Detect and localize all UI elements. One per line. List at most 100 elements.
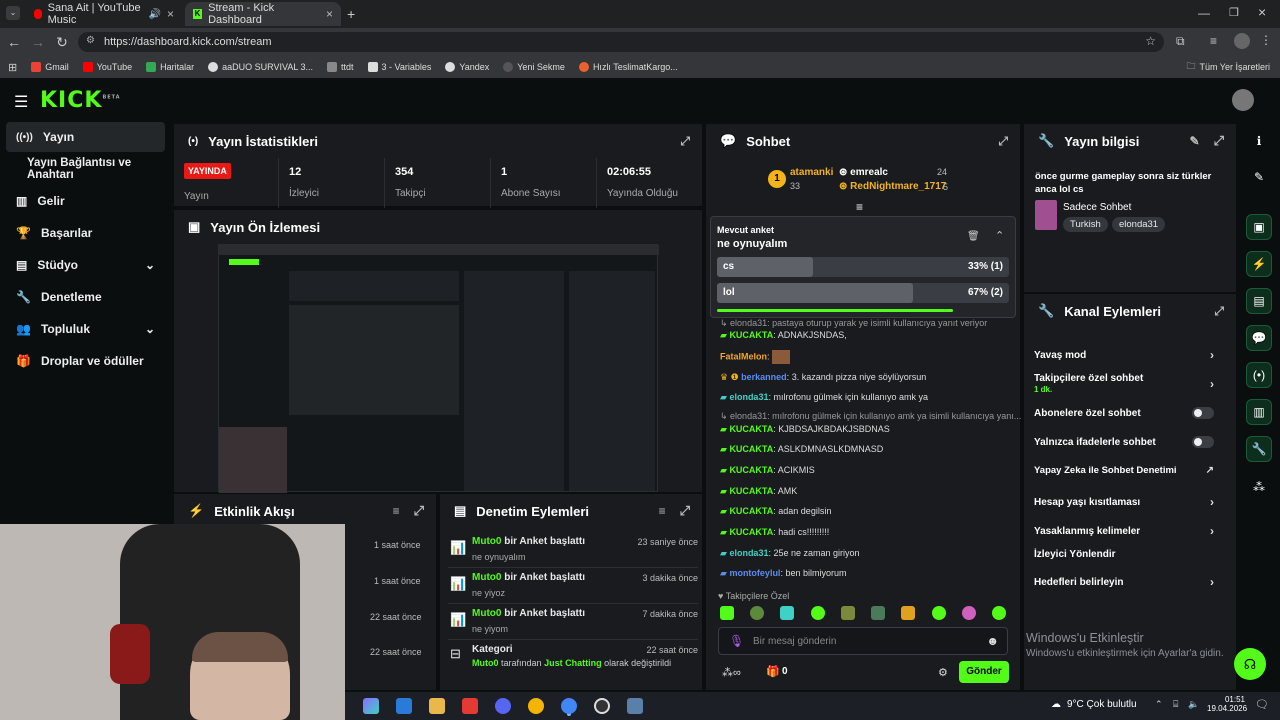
chat-message[interactable]: ▰ KUCAKTA: AMK [720, 486, 797, 497]
obs-icon[interactable] [594, 698, 610, 714]
discord-icon[interactable] [495, 698, 511, 714]
volume-icon[interactable]: 🔈 [1188, 699, 1199, 710]
tag-chip[interactable]: elonda31 [1112, 217, 1166, 232]
reload-icon[interactable]: ↻ [50, 34, 74, 51]
weather-widget[interactable]: ☁ 9°C Çok bulutlu [1051, 699, 1137, 710]
sidebar-item-stream-key[interactable]: Yayın Bağlantısı ve Anahtarı [6, 154, 170, 184]
filter-icon[interactable]: ≡ [393, 504, 400, 518]
rail-preview-icon[interactable]: ▣ [1246, 214, 1272, 240]
chat-message[interactable]: ♛ ❶ berkanned: 3. kazandı pizza niye söy… [720, 372, 926, 383]
trash-icon[interactable]: 🗑 [967, 231, 980, 242]
toggle-switch[interactable] [1192, 407, 1214, 419]
close-icon[interactable]: × [167, 7, 174, 21]
emote-icon[interactable] [961, 606, 976, 620]
bookmark-item[interactable]: Gmail [31, 62, 69, 72]
taskbar-app-icon[interactable] [462, 698, 478, 714]
speaker-icon[interactable]: 🔊 [149, 9, 161, 20]
settings-gear-icon[interactable]: ⚙ [938, 666, 948, 679]
expand-icon[interactable]: ⤢ [680, 503, 690, 519]
raid-row[interactable]: İzleyici Yönlendir [1034, 549, 1214, 560]
expand-icon[interactable]: ⤢ [680, 134, 690, 149]
edit-pencil-icon[interactable]: ✎ [1246, 164, 1272, 190]
sidebar-item-drops[interactable]: 🎁 Droplar ve ödüller [6, 346, 165, 376]
chrome-icon[interactable] [528, 698, 544, 714]
goals-row[interactable]: Hedefleri belirleyin › [1034, 575, 1214, 589]
leaderboard-name[interactable]: atamanki [790, 167, 833, 178]
banned-words-row[interactable]: Yasaklanmış kelimeler › [1034, 524, 1214, 538]
emote-icon[interactable] [840, 606, 855, 620]
emote-icon[interactable] [871, 606, 886, 620]
copilot-icon[interactable] [363, 698, 379, 714]
chat-message[interactable]: ▰ KUCAKTA: ADNAKJSNDAS, [720, 330, 847, 341]
tray-chevron-icon[interactable]: ⌃ [1155, 699, 1163, 710]
microphone-icon[interactable]: 🎙 [729, 634, 744, 648]
edit-pencil-icon[interactable]: ✎ [1190, 134, 1200, 148]
chat-message[interactable]: ▰ KUCAKTA: ACIKMIS [720, 465, 815, 476]
clock[interactable]: 01:51 19.04.2026 [1207, 695, 1247, 713]
profile-avatar[interactable] [1234, 33, 1250, 49]
tab-search-icon[interactable]: ⌄ [6, 6, 20, 20]
bookmark-star-icon[interactable]: ☆ [1145, 34, 1156, 48]
rail-chat-icon[interactable]: 💬 [1246, 325, 1272, 351]
points-icon[interactable]: ⁂∞ [722, 666, 741, 679]
emote-icon[interactable] [750, 606, 765, 620]
sidebar-item-studio[interactable]: ▤ Stüdyo ⌄ [6, 250, 165, 280]
chat-input[interactable]: 🎙 Bir mesaj gönderin ☻ [718, 627, 1008, 655]
kick-logo[interactable]: KICKBETA [40, 88, 121, 113]
expand-icon[interactable]: ⤢ [1214, 133, 1224, 149]
chevron-up-icon[interactable]: ⌃ [995, 229, 1004, 242]
tab-kick-dashboard[interactable]: K Stream - Kick Dashboard × [185, 2, 341, 26]
close-icon[interactable]: × [326, 7, 333, 21]
back-icon[interactable]: ← [2, 34, 26, 50]
bookmark-item[interactable]: ttdt [327, 62, 354, 72]
new-tab-icon[interactable]: + [347, 6, 355, 22]
tab-youtube-music[interactable]: Sana Ait | YouTube Music 🔊 × [26, 2, 182, 26]
rail-stats-icon[interactable]: ▥ [1246, 399, 1272, 425]
chat-message[interactable]: ▰ KUCAKTA: adan degilsin [720, 506, 831, 517]
chrome-active-icon[interactable] [561, 698, 577, 714]
chat-message[interactable]: ▰ KUCAKTA: KJBDSAJKBDAKJSBDNAS [720, 424, 890, 435]
taskbar-app-icon[interactable] [396, 698, 412, 714]
emotes-only-row[interactable]: Yalnızca ifadelerle sohbet [1034, 436, 1214, 448]
menu-kebab-icon[interactable]: ⋮ [1260, 33, 1272, 47]
expand-icon[interactable]: ⤢ [414, 503, 424, 519]
followers-only-row[interactable]: Takipçilere özel sohbet 1 dk. › [1034, 373, 1214, 394]
user-avatar[interactable] [1232, 89, 1254, 111]
all-bookmarks[interactable]: 🗀 Tüm Yer İşaretleri [1186, 59, 1270, 75]
mod-action-row[interactable]: 📊 Muto0 bir Anket başlattı ne yiyom 7 da… [448, 604, 698, 640]
site-info-icon[interactable]: ⚙ [86, 35, 95, 46]
sidebar-item-moderation[interactable]: 🔧 Denetleme [6, 282, 165, 312]
emoji-icon[interactable]: ☻ [986, 634, 999, 648]
media-icon[interactable]: ≡ [1210, 34, 1217, 48]
emote-icon[interactable] [780, 606, 795, 620]
close-window-icon[interactable]: × [1258, 4, 1266, 20]
expand-icon[interactable]: ⤢ [998, 134, 1008, 149]
leaderboard-name[interactable]: ⊛ emrealc [839, 167, 888, 178]
hamburger-menu-icon[interactable]: ☰ [14, 92, 28, 112]
chat-message[interactable]: ▰ KUCAKTA: hadi cs!!!!!!!!! [720, 527, 829, 538]
ai-moderation-row[interactable]: Yapay Zeka ile Sohbet Denetimi ↗ [1034, 465, 1214, 476]
emote-icon[interactable] [991, 606, 1006, 620]
chat-message[interactable]: ▰ KUCAKTA: ASLKDMNASLKDMNASD [720, 444, 883, 455]
slow-mode-row[interactable]: Yavaş mod › [1034, 348, 1214, 362]
emote-icon[interactable] [901, 606, 916, 620]
send-button[interactable]: Gönder [959, 661, 1009, 683]
expand-icon[interactable]: ⤢ [1214, 304, 1224, 319]
minimize-icon[interactable]: — [1198, 6, 1210, 20]
bookmark-item[interactable]: YouTube [82, 62, 132, 72]
sidebar-item-achievements[interactable]: 🏆 Başarılar [6, 218, 165, 248]
gift-icon[interactable]: 🎁 [766, 665, 780, 678]
sidebar-item-revenue[interactable]: ▥ Gelir [6, 186, 165, 216]
bookmark-item[interactable]: aaDUO SURVIVAL 3... [208, 62, 313, 72]
file-explorer-icon[interactable] [429, 698, 445, 714]
emote-icon[interactable] [931, 606, 946, 620]
rail-wrench-icon[interactable]: 🔧 [1246, 436, 1272, 462]
emote-icon[interactable] [810, 606, 825, 620]
chat-message[interactable]: FatalMelon: [720, 350, 791, 364]
tag-chip[interactable]: Turkish [1063, 217, 1108, 232]
rail-document-icon[interactable]: ▤ [1246, 288, 1272, 314]
url-input[interactable]: ⚙ https://dashboard.kick.com/stream ☆ [78, 32, 1164, 52]
rail-broadcast-icon[interactable]: (•) [1246, 362, 1272, 388]
mod-action-row[interactable]: 📊 Muto0 bir Anket başlattı ne yiyoz 3 da… [448, 568, 698, 604]
bookmark-item[interactable]: 3 - Variables [367, 62, 431, 72]
